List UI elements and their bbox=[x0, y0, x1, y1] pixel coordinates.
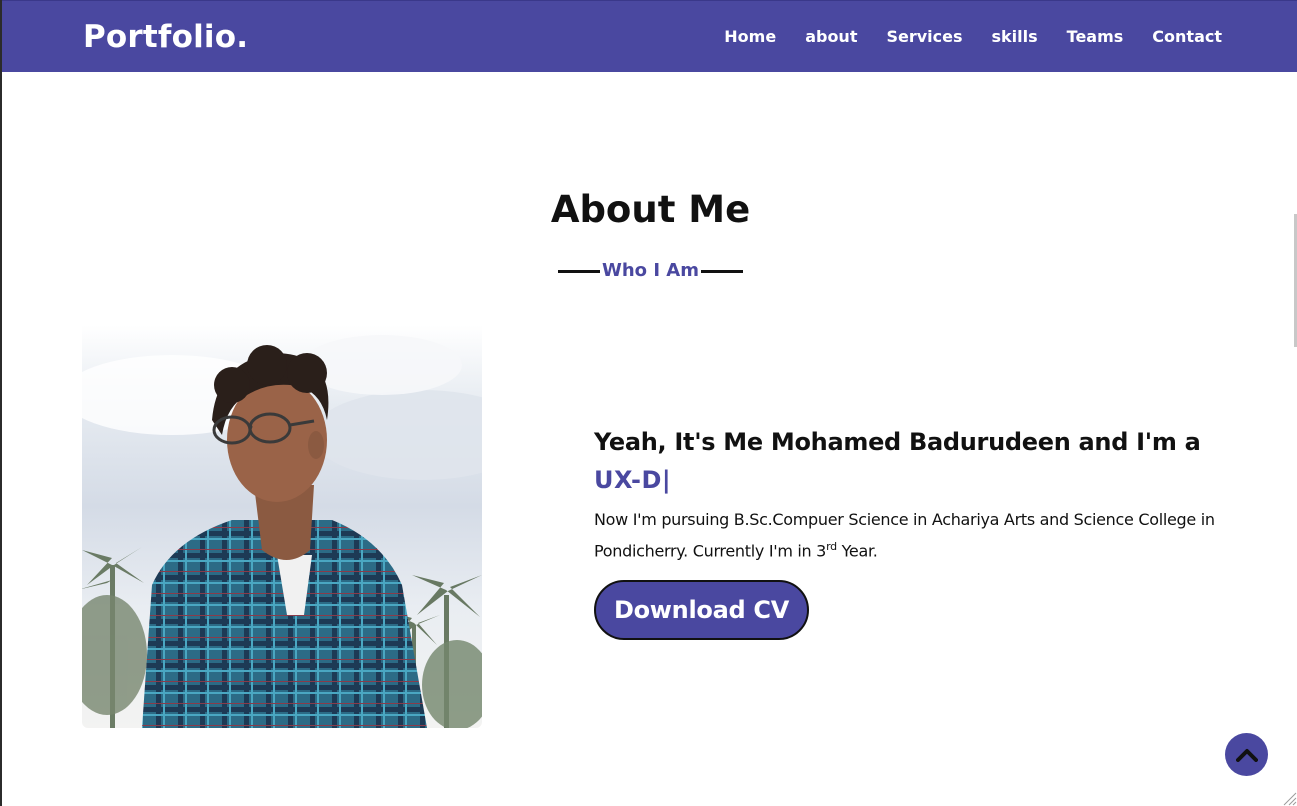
intro-heading: Yeah, It's Me Mohamed Badurudeen and I'm… bbox=[594, 424, 1234, 498]
profile-photo bbox=[82, 325, 482, 728]
nav-link-teams[interactable]: Teams bbox=[1067, 27, 1124, 46]
section-title: About Me bbox=[550, 188, 751, 231]
subtitle-line-left bbox=[558, 269, 601, 273]
navbar: Portfolio. Home about Services skills Te… bbox=[2, 0, 1297, 72]
nav-links: Home about Services skills Teams Contact bbox=[724, 25, 1222, 49]
chevron-up-icon bbox=[1235, 748, 1258, 762]
subtitle-text: Who I Am bbox=[602, 260, 699, 281]
brand-logo[interactable]: Portfolio. bbox=[83, 17, 248, 57]
intro-heading-text: Yeah, It's Me Mohamed Badurudeen and I'm… bbox=[594, 428, 1201, 456]
nav-link-services[interactable]: Services bbox=[886, 27, 962, 46]
resize-grip-icon[interactable] bbox=[1281, 790, 1297, 806]
nav-link-skills[interactable]: skills bbox=[992, 27, 1038, 46]
description-superscript: rd bbox=[826, 540, 837, 553]
download-cv-button[interactable]: Download CV bbox=[594, 580, 809, 640]
description-main: Now I'm pursuing B.Sc.Compuer Science in… bbox=[594, 510, 1215, 561]
scroll-top-button[interactable] bbox=[1225, 733, 1268, 776]
description-end: Year. bbox=[836, 541, 878, 561]
section-subtitle: Who I Am bbox=[2, 258, 1297, 284]
intro-block: Yeah, It's Me Mohamed Badurudeen and I'm… bbox=[594, 424, 1234, 564]
page: Portfolio. Home about Services skills Te… bbox=[0, 0, 1297, 806]
subtitle-line-right bbox=[700, 269, 743, 273]
nav-link-about[interactable]: about bbox=[805, 27, 857, 46]
page-scrollbar[interactable] bbox=[1293, 72, 1297, 806]
typed-role-text: UX-D| bbox=[594, 466, 672, 494]
nav-link-contact[interactable]: Contact bbox=[1152, 27, 1222, 46]
intro-description: Now I'm pursuing B.Sc.Compuer Science in… bbox=[594, 506, 1234, 564]
nav-link-home[interactable]: Home bbox=[724, 27, 776, 46]
